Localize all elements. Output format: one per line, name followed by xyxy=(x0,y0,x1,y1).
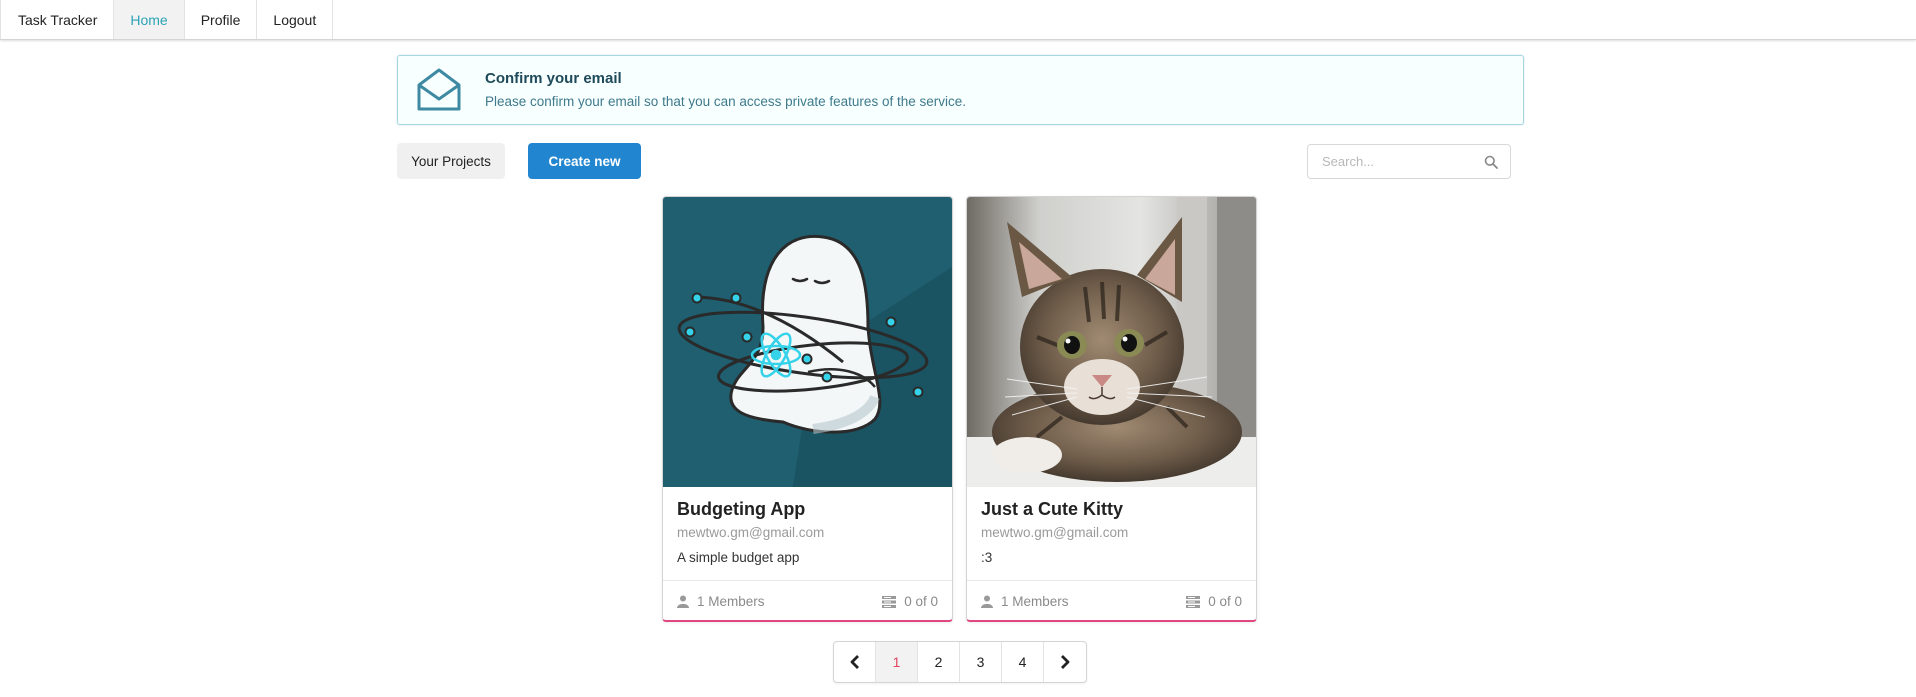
chevron-left-icon xyxy=(850,655,859,669)
project-image-react-ghost[interactable] xyxy=(663,197,952,487)
page-3-button[interactable]: 3 xyxy=(960,642,1002,682)
members-count: 1 Members xyxy=(981,594,1069,609)
prev-page-button[interactable] xyxy=(834,642,876,682)
top-navbar: Task Tracker Home Profile Logout xyxy=(0,0,1916,40)
project-title[interactable]: Budgeting App xyxy=(677,499,805,520)
tasks-count: 0 of 0 xyxy=(1186,594,1242,609)
search-input[interactable] xyxy=(1308,145,1478,178)
banner-title: Confirm your email xyxy=(485,70,622,87)
tasks-label: 0 of 0 xyxy=(1208,594,1242,609)
project-image-kitten[interactable] xyxy=(967,197,1256,487)
create-new-button[interactable]: Create new xyxy=(528,143,641,179)
banner-text: Please confirm your email so that you ca… xyxy=(485,94,966,109)
confirm-email-message: Confirm your email Please confirm your e… xyxy=(397,55,1524,125)
project-card[interactable]: Budgeting App mewtwo.gm@gmail.com A simp… xyxy=(662,196,953,622)
page-2-button[interactable]: 2 xyxy=(918,642,960,682)
tasks-list-icon xyxy=(882,595,897,608)
nav-item-logout[interactable]: Logout xyxy=(257,0,334,39)
card-footer: 1 Members 0 of 0 xyxy=(663,580,952,620)
page-4-button[interactable]: 4 xyxy=(1002,642,1044,682)
members-count: 1 Members xyxy=(677,594,765,609)
user-icon xyxy=(677,595,689,608)
search-box xyxy=(1307,144,1511,179)
tasks-label: 0 of 0 xyxy=(904,594,938,609)
pagination: 1 2 3 4 xyxy=(833,641,1087,683)
nav-item-home[interactable]: Home xyxy=(114,0,185,39)
brand-link[interactable]: Task Tracker xyxy=(0,0,115,39)
page-1-button[interactable]: 1 xyxy=(876,642,918,682)
user-icon xyxy=(981,595,993,608)
project-title[interactable]: Just a Cute Kitty xyxy=(981,499,1123,520)
tasks-count: 0 of 0 xyxy=(882,594,938,609)
nav-item-profile[interactable]: Profile xyxy=(185,0,258,39)
search-icon[interactable] xyxy=(1484,155,1498,169)
project-description: :3 xyxy=(981,550,993,565)
members-label: 1 Members xyxy=(697,594,765,609)
project-owner: mewtwo.gm@gmail.com xyxy=(677,525,825,540)
your-projects-button[interactable]: Your Projects xyxy=(397,143,505,179)
project-description: A simple budget app xyxy=(677,550,800,565)
project-card[interactable]: Just a Cute Kitty mewtwo.gm@gmail.com :3… xyxy=(966,196,1257,622)
members-label: 1 Members xyxy=(1001,594,1069,609)
project-owner: mewtwo.gm@gmail.com xyxy=(981,525,1129,540)
tasks-list-icon xyxy=(1186,595,1201,608)
chevron-right-icon xyxy=(1061,655,1070,669)
envelope-open-icon xyxy=(417,68,461,111)
card-footer: 1 Members 0 of 0 xyxy=(967,580,1256,620)
next-page-button[interactable] xyxy=(1044,642,1086,682)
